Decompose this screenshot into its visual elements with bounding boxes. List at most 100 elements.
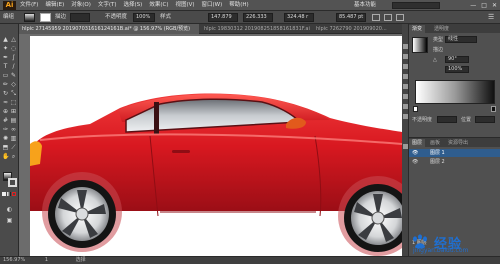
brushes-panel-icon[interactable] (403, 64, 408, 69)
current-tool: 选择 (75, 257, 86, 263)
stroke-weight-field[interactable] (70, 13, 90, 22)
layer-row[interactable]: 👁 图层 1 (409, 149, 500, 157)
color-mode-icon[interactable] (2, 192, 6, 196)
symbol-sprayer-icon[interactable]: ✺ (2, 135, 9, 142)
panel-menu-icon[interactable]: ☰ (488, 14, 496, 21)
workspace-switcher[interactable]: 基本功能 (354, 1, 376, 10)
stroke-color-icon[interactable] (8, 178, 17, 187)
tab-asset-export[interactable]: 资源导出 (445, 139, 471, 147)
menu-item-object[interactable]: 对象(O) (71, 1, 91, 10)
menu-item-type[interactable]: 文字(T) (98, 1, 117, 10)
eye-icon[interactable]: 👁 (412, 150, 418, 156)
tab-document-active[interactable]: hlpic 27145959 201907031616124161B.ai* @… (19, 24, 199, 34)
zoom-level[interactable]: 156.97% (3, 257, 25, 263)
gradient-angle-field[interactable]: 90° (445, 56, 469, 63)
width-tool-icon[interactable]: ≈ (2, 99, 9, 106)
rotate-tool-icon[interactable]: ↻ (2, 90, 9, 97)
x-field[interactable]: 147.879 (208, 13, 238, 22)
shape-builder-icon[interactable]: ⊕ (2, 108, 9, 115)
gradient-tool-icon[interactable]: ▤ (10, 117, 17, 124)
menu-item-select[interactable]: 选择(S) (124, 1, 143, 10)
gradient-location-field[interactable] (475, 116, 495, 123)
gradient-slider-bar[interactable] (415, 80, 495, 104)
stroke-panel-icon[interactable] (403, 84, 408, 89)
eye-icon[interactable]: 👁 (412, 159, 418, 165)
watermark: 经验 jingyan.baidu.com (405, 232, 500, 256)
menu-item-effect[interactable]: 效果(C) (149, 1, 168, 10)
gradient-location-label: 位置 (461, 117, 472, 123)
color-panel-icon[interactable] (403, 44, 408, 49)
layers-panel-icon[interactable] (403, 144, 408, 149)
height-field[interactable]: 85.487 pt (336, 13, 366, 22)
transform-icon[interactable] (372, 14, 380, 21)
menu-item-edit[interactable]: 编辑(E) (45, 1, 64, 10)
lasso-tool-icon[interactable]: ◌ (10, 45, 17, 52)
draw-mode-icon[interactable]: ◐ (6, 206, 13, 213)
selection-tool-icon[interactable]: ▲ (2, 36, 9, 43)
artboard-tool-icon[interactable]: ⬒ (2, 144, 9, 151)
direct-selection-tool-icon[interactable]: △ (10, 36, 17, 43)
tab-transparency[interactable]: 透明度 (431, 25, 452, 33)
eyedropper-tool-icon[interactable]: ✑ (2, 126, 9, 133)
scale-tool-icon[interactable]: ⤡ (10, 90, 17, 97)
swatches-panel-icon[interactable] (403, 54, 408, 59)
line-tool-icon[interactable]: / (10, 63, 17, 70)
type-tool-icon[interactable]: T (2, 63, 9, 70)
gradient-opacity-field[interactable] (437, 116, 457, 123)
symbols-panel-icon[interactable] (403, 74, 408, 79)
opacity-field[interactable]: 100% (133, 13, 155, 22)
tab-document-2[interactable]: hlpic 19830312 201908251858161831F.ai (201, 24, 311, 34)
free-transform-icon[interactable]: ⬚ (10, 99, 17, 106)
width-field[interactable]: 324.48 r (284, 13, 314, 22)
menu-item-file[interactable]: 文件(F) (20, 1, 38, 10)
perspective-grid-icon[interactable]: ⊞ (10, 108, 17, 115)
screen-mode-icon[interactable]: ▣ (6, 217, 13, 224)
gradient-aspect-field[interactable]: 100% (445, 66, 469, 73)
graph-tool-icon[interactable]: ▥ (10, 135, 17, 142)
slice-tool-icon[interactable]: ⟋ (10, 144, 17, 151)
car-illustration[interactable] (30, 36, 402, 256)
gradient-stop-end[interactable] (491, 106, 496, 112)
menu-item-help[interactable]: 帮助(H) (229, 1, 248, 10)
transparency-panel-icon[interactable] (403, 104, 408, 109)
hand-tool-icon[interactable]: ✋ (2, 153, 9, 160)
arrange-icon[interactable] (396, 14, 404, 21)
canvas-area[interactable] (19, 34, 402, 256)
curvature-tool-icon[interactable]: ∫ (10, 54, 17, 61)
tab-layers[interactable]: 图层 (409, 139, 426, 147)
tab-artboards[interactable]: 画板 (427, 139, 443, 147)
pencil-tool-icon[interactable]: ✏ (2, 81, 9, 88)
eraser-tool-icon[interactable]: ◇ (10, 81, 17, 88)
fill-swatch[interactable] (24, 13, 35, 22)
minimize-button[interactable]: — (470, 1, 476, 10)
close-button[interactable]: ✕ (492, 1, 497, 10)
rectangle-tool-icon[interactable]: ▭ (2, 72, 9, 79)
pen-tool-icon[interactable]: ✒ (2, 54, 9, 61)
tab-document-3[interactable]: hlpic 7262790 201909020... (313, 24, 402, 34)
gradient-preview-swatch[interactable] (412, 37, 428, 53)
gradient-type-select[interactable]: 线性 (445, 36, 477, 43)
gradient-mode-icon[interactable] (7, 192, 11, 196)
zoom-tool-icon[interactable]: ⌕ (10, 153, 17, 160)
none-mode-icon[interactable] (12, 192, 16, 196)
artboard[interactable] (30, 36, 402, 256)
menu-item-window[interactable]: 窗口(W) (202, 1, 223, 10)
window-controls: — □ ✕ (470, 1, 497, 10)
search-input[interactable] (392, 2, 440, 9)
tab-gradient[interactable]: 渐变 (409, 25, 426, 33)
appearance-panel-icon[interactable] (403, 114, 408, 119)
stroke-label: 描边 (55, 14, 67, 20)
align-icon[interactable] (384, 14, 392, 21)
magic-wand-icon[interactable]: ✦ (2, 45, 9, 52)
gradient-stop-start[interactable] (413, 106, 418, 112)
y-field[interactable]: 226.333 (243, 13, 273, 22)
stroke-swatch[interactable] (40, 13, 51, 22)
layer-row[interactable]: 👁 图层 2 (409, 158, 500, 166)
gradient-panel-icon[interactable] (403, 94, 408, 99)
mesh-tool-icon[interactable]: # (2, 117, 9, 124)
paintbrush-tool-icon[interactable]: ✎ (10, 72, 17, 79)
blend-tool-icon[interactable]: ∞ (10, 126, 17, 133)
maximize-button[interactable]: □ (481, 1, 487, 10)
menu-item-view[interactable]: 视图(V) (175, 1, 194, 10)
artboard-number[interactable]: 1 (45, 257, 48, 263)
